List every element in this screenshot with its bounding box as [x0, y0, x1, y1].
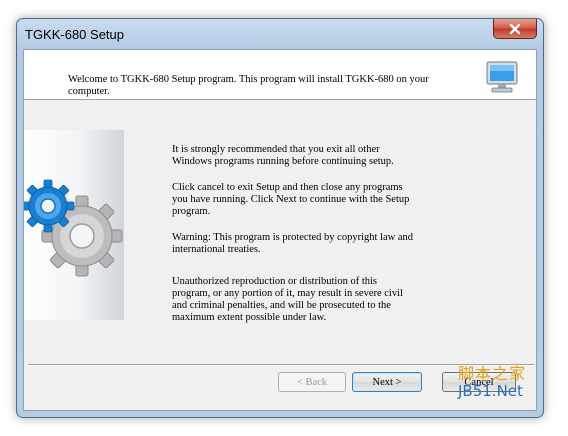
button-divider: [28, 364, 534, 366]
dialog-client-area: Welcome to TGKK-680 Setup program. This …: [23, 49, 537, 411]
body-paragraph-warning: Warning: This program is protected by co…: [172, 232, 413, 255]
body-text: It is strongly recommended that you exit…: [172, 144, 522, 338]
welcome-text: Welcome to TGKK-680 Setup program. This …: [68, 74, 429, 97]
cancel-button[interactable]: Cancel: [442, 372, 516, 392]
back-button[interactable]: < Back: [278, 372, 346, 392]
body-paragraph-instructions: Click cancel to exit Setup and then clos…: [172, 182, 410, 217]
body-paragraph-legal: Unauthorized reproduction or distributio…: [172, 276, 403, 323]
body-paragraph-recommend: It is strongly recommended that you exit…: [172, 144, 394, 167]
monitor-icon: [486, 61, 518, 93]
next-button[interactable]: Next >: [352, 372, 422, 392]
title-bar[interactable]: TGKK-680 Setup: [17, 19, 543, 49]
setup-window: TGKK-680 Setup Welcome to TGKK-680 Setup…: [16, 18, 544, 418]
gears-icon: [24, 179, 123, 277]
window-title: TGKK-680 Setup: [25, 27, 124, 42]
close-button[interactable]: [493, 19, 537, 39]
close-icon: [509, 23, 521, 34]
side-banner: [24, 130, 124, 320]
welcome-header: Welcome to TGKK-680 Setup program. This …: [24, 50, 536, 100]
